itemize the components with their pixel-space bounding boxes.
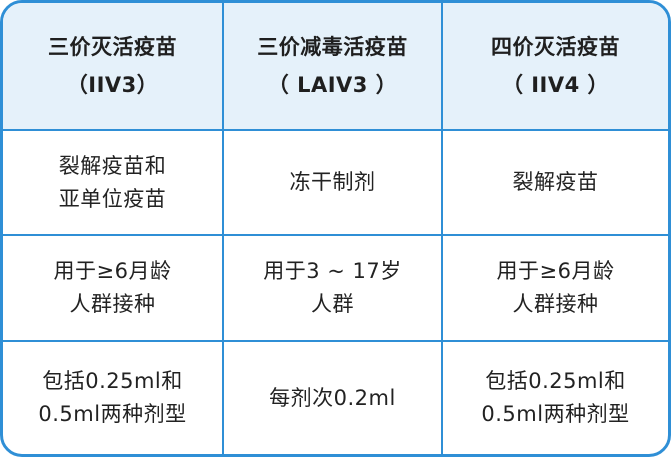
- table-cell-type-laiv3: 冻干制剂: [224, 131, 443, 236]
- table-cell-type-iiv3: 裂解疫苗和 亚单位疫苗: [3, 131, 224, 236]
- cell-text: 人群接种: [512, 292, 599, 316]
- cell-text: 包括0.25ml和: [42, 369, 183, 393]
- cell-text: 裂解疫苗和: [58, 153, 167, 178]
- table-cell-dose-iiv3: 包括0.25ml和 0.5ml两种剂型: [3, 342, 224, 454]
- header-code: （ LAIV3 ）: [267, 73, 398, 97]
- cell-text: 亚单位疫苗: [58, 186, 167, 211]
- cell-text: 包括0.25ml和: [485, 369, 626, 393]
- table-cell-age-iiv4: 用于≥6月龄 人群接种: [443, 236, 668, 342]
- cell-text: 用于≥6月龄: [496, 259, 615, 283]
- cell-text: 0.5ml两种剂型: [481, 402, 630, 426]
- cell-text: 人群接种: [69, 292, 156, 316]
- table-grid: 三价灭活疫苗 （IIV3） 三价减毒活疫苗 （ LAIV3 ） 四价灭活疫苗 （…: [3, 3, 668, 454]
- header-title: 三价灭活疫苗: [48, 35, 177, 59]
- header-code: （ IIV4 ）: [501, 73, 610, 97]
- table-cell-type-iiv4: 裂解疫苗: [443, 131, 668, 236]
- cell-text: 冻干制剂: [289, 170, 376, 194]
- cell-text: 0.5ml两种剂型: [38, 402, 187, 426]
- table-cell-dose-laiv3: 每剂次0.2ml: [224, 342, 443, 454]
- cell-text: 用于≥6月龄: [53, 259, 172, 283]
- cell-text: 裂解疫苗: [512, 170, 599, 194]
- table-cell-age-laiv3: 用于3 ~ 17岁 人群: [224, 236, 443, 342]
- table-cell-age-iiv3: 用于≥6月龄 人群接种: [3, 236, 224, 342]
- table-cell-dose-iiv4: 包括0.25ml和 0.5ml两种剂型: [443, 342, 668, 454]
- header-cell-iiv3: 三价灭活疫苗 （IIV3）: [3, 3, 224, 131]
- cell-text: 人群: [311, 292, 354, 316]
- header-title: 三价减毒活疫苗: [257, 35, 408, 59]
- cell-text: 每剂次0.2ml: [269, 385, 396, 410]
- header-cell-laiv3: 三价减毒活疫苗 （ LAIV3 ）: [224, 3, 443, 131]
- cell-text: 用于3 ~ 17岁: [263, 259, 402, 283]
- vaccine-comparison-table: 三价灭活疫苗 （IIV3） 三价减毒活疫苗 （ LAIV3 ） 四价灭活疫苗 （…: [0, 0, 671, 457]
- header-code: （IIV3）: [66, 73, 159, 97]
- header-title: 四价灭活疫苗: [491, 35, 620, 59]
- header-cell-iiv4: 四价灭活疫苗 （ IIV4 ）: [443, 3, 668, 131]
